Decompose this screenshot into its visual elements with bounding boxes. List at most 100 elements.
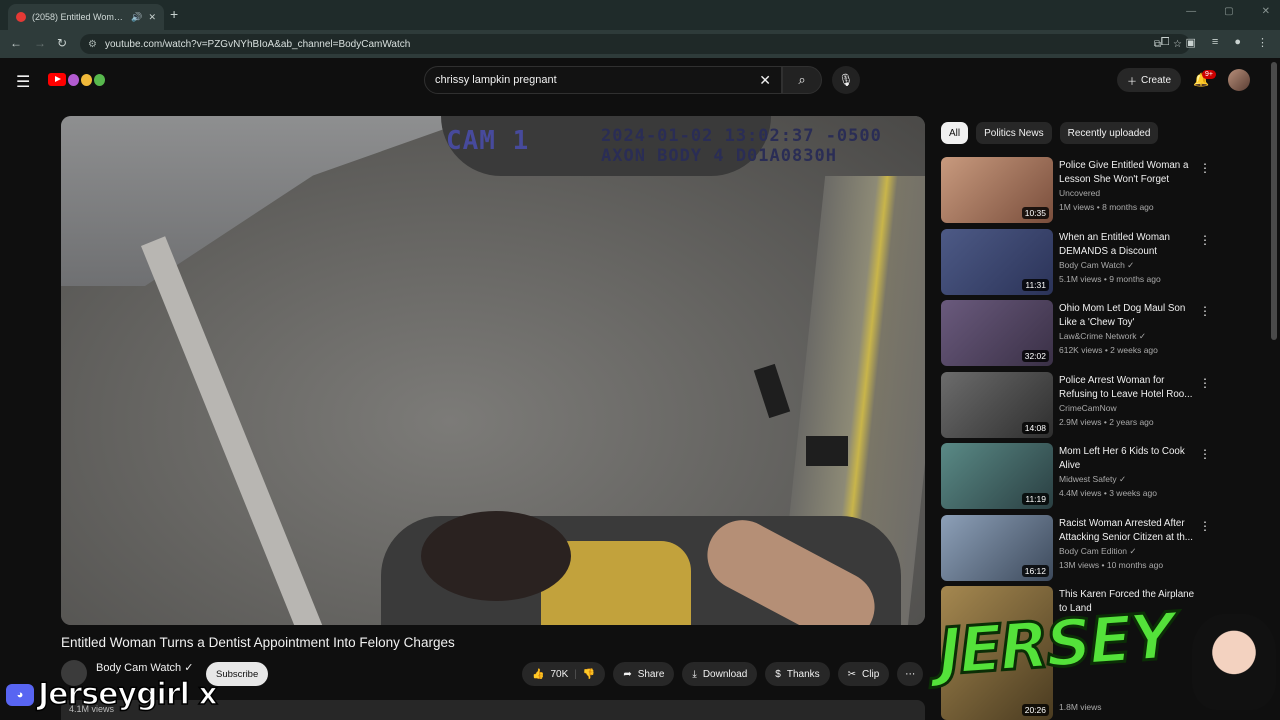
sidepanel-icon[interactable]: ▣: [1186, 36, 1196, 49]
hamburger-menu-icon[interactable]: ☰: [16, 72, 30, 92]
clear-search-icon[interactable]: ✕: [759, 72, 771, 89]
video-thumbnail[interactable]: 11:19: [941, 443, 1053, 509]
dropped-wallet: [806, 436, 848, 466]
clip-button[interactable]: ✂ Clip: [837, 662, 890, 686]
close-window-icon[interactable]: ✕: [1262, 6, 1270, 17]
video-player[interactable]: CAM 1 2024-01-02 13:02:37 -0500 AXON BOD…: [61, 116, 925, 625]
minimize-icon[interactable]: —: [1186, 6, 1196, 17]
recommendation-title[interactable]: When an Entitled Woman DEMANDS a Discoun…: [1059, 231, 1197, 259]
doodle-figure-icon: [81, 73, 92, 86]
channel-name[interactable]: Body Cam Watch ✓: [96, 661, 193, 674]
tab-title: (2058) Entitled Woman Tur: [32, 12, 125, 22]
recommendation-channel[interactable]: Body Cam Watch ✓: [1059, 260, 1134, 271]
speaker-icon[interactable]: 🔊: [131, 12, 142, 23]
recommendation-title[interactable]: Ohio Mom Let Dog Maul Son Like a 'Chew T…: [1059, 302, 1197, 330]
search-button[interactable]: ⌕: [782, 66, 822, 94]
youtube-favicon-icon: [16, 12, 26, 22]
create-label: Create: [1141, 74, 1172, 86]
recommendation-item[interactable]: 16:12 Racist Woman Arrested After Attack…: [941, 515, 1231, 583]
recommendation-meta: 5.1M views • 9 months ago: [1059, 274, 1161, 284]
video-thumbnail[interactable]: 16:12: [941, 515, 1053, 581]
more-options-icon[interactable]: ⋮: [1199, 304, 1211, 318]
discord-overlay: ◕ Jerseygirl x: [6, 676, 218, 713]
notification-count-badge: 9+: [1202, 70, 1216, 79]
share-icon: ➦: [623, 668, 632, 680]
share-button[interactable]: ➦ Share: [613, 662, 675, 686]
video-thumbnail[interactable]: 32:02: [941, 300, 1053, 366]
page-scrollbar[interactable]: [1271, 62, 1277, 340]
browser-menu-icon[interactable]: ⋮: [1257, 36, 1268, 49]
more-options-icon[interactable]: ⋮: [1199, 233, 1211, 247]
channel-name-text: Body Cam Watch: [96, 662, 182, 674]
recommendation-title[interactable]: Mom Left Her 6 Kids to Cook Alive: [1059, 445, 1197, 473]
duration-badge: 11:19: [1022, 493, 1049, 505]
youtube-logo[interactable]: [48, 73, 105, 86]
video-actions: 👍 70K | 👎 ➦ Share ⤓ Download $ Thanks ✂ Clip ⋯: [522, 662, 924, 686]
microphone-icon: 🎙: [838, 73, 854, 87]
recommendation-item[interactable]: 11:19 Mom Left Her 6 Kids to Cook Alive …: [941, 443, 1231, 511]
osd-camera-label: CAM 1: [446, 126, 530, 156]
account-avatar[interactable]: [1228, 69, 1250, 91]
discord-icon: ◕: [6, 683, 34, 706]
thanks-button[interactable]: $ Thanks: [765, 662, 830, 686]
recommendation-meta: 4.4M views • 3 weeks ago: [1059, 488, 1157, 498]
duration-badge: 11:31: [1022, 279, 1049, 291]
recommendation-meta: 612K views • 2 weeks ago: [1059, 345, 1158, 355]
video-thumbnail[interactable]: 14:08: [941, 372, 1053, 438]
recommendation-title[interactable]: Police Arrest Woman for Refusing to Leav…: [1059, 374, 1197, 402]
cast-icon[interactable]: ≡: [1212, 36, 1218, 49]
site-info-icon[interactable]: ⚙: [88, 39, 97, 50]
more-options-icon[interactable]: ⋮: [1199, 161, 1211, 175]
recommendation-channel[interactable]: Law&Crime Network ✓: [1059, 331, 1146, 342]
create-button[interactable]: ＋ Create: [1117, 68, 1182, 92]
jersey-logo-text: JERSEY: [934, 598, 1177, 691]
like-count: 70K: [550, 668, 569, 680]
url-text[interactable]: youtube.com/watch?v=PZGvNYhBIoA&ab_chann…: [105, 39, 1146, 50]
verified-icon: ✓: [184, 662, 194, 674]
forward-icon[interactable]: →: [34, 36, 46, 50]
chip-politics-news[interactable]: Politics News: [976, 122, 1052, 144]
thumbs-down-icon[interactable]: 👎: [583, 669, 595, 680]
recommendation-item[interactable]: 10:35 Police Give Entitled Woman a Lesso…: [941, 157, 1231, 225]
profile-icon[interactable]: ●: [1234, 36, 1241, 49]
filter-chips: All Politics News Recently uploaded: [941, 122, 1159, 144]
browser-tab[interactable]: (2058) Entitled Woman Tur 🔊 ✕: [8, 4, 164, 30]
extensions-icon[interactable]: ⧠: [1161, 36, 1170, 49]
search-icon: ⌕: [798, 72, 806, 87]
thanks-label: Thanks: [786, 668, 820, 680]
download-button[interactable]: ⤓ Download: [682, 662, 758, 686]
back-icon[interactable]: ←: [10, 36, 22, 50]
reload-icon[interactable]: ↻: [57, 36, 67, 50]
chip-recently-uploaded[interactable]: Recently uploaded: [1059, 122, 1159, 144]
more-options-icon[interactable]: ⋮: [1199, 519, 1211, 533]
recommendation-item[interactable]: 32:02 Ohio Mom Let Dog Maul Son Like a '…: [941, 300, 1231, 368]
cartoon-character-icon: [1192, 614, 1276, 710]
video-thumbnail[interactable]: 10:35: [941, 157, 1053, 223]
chip-all[interactable]: All: [941, 122, 969, 144]
plus-icon: ＋: [1127, 76, 1137, 88]
omnibox[interactable]: ⚙ youtube.com/watch?v=PZGvNYhBIoA&ab_cha…: [80, 34, 1190, 54]
close-tab-icon[interactable]: ✕: [148, 12, 156, 23]
recommendation-channel[interactable]: Uncovered: [1059, 188, 1100, 198]
maximize-icon[interactable]: ▢: [1224, 6, 1233, 17]
recommendation-channel[interactable]: CrimeCamNow: [1059, 403, 1117, 413]
more-options-icon[interactable]: ⋮: [1199, 447, 1211, 461]
recommendation-title[interactable]: Police Give Entitled Woman a Lesson She …: [1059, 159, 1197, 187]
voice-search-button[interactable]: 🎙: [832, 66, 860, 94]
recommendation-channel[interactable]: Body Cam Edition ✓: [1059, 546, 1137, 557]
more-options-icon[interactable]: ⋮: [1199, 376, 1211, 390]
like-button[interactable]: 👍 70K | 👎: [522, 662, 606, 686]
recommendation-item[interactable]: 11:31 When an Entitled Woman DEMANDS a D…: [941, 229, 1231, 297]
search-query[interactable]: chrissy lampkin pregnant: [435, 74, 759, 86]
clip-label: Clip: [862, 668, 880, 680]
search-input[interactable]: chrissy lampkin pregnant ✕: [424, 66, 782, 94]
duration-badge: 32:02: [1021, 350, 1049, 362]
new-tab-icon[interactable]: +: [170, 6, 178, 22]
doodle-figure-icon: [94, 73, 105, 86]
recommendation-channel[interactable]: Midwest Safety ✓: [1059, 474, 1126, 485]
recommendation-item[interactable]: 14:08 Police Arrest Woman for Refusing t…: [941, 372, 1231, 440]
download-icon: ⤓: [692, 668, 697, 680]
recommendation-title[interactable]: Racist Woman Arrested After Attacking Se…: [1059, 517, 1197, 545]
more-actions-button[interactable]: ⋯: [897, 662, 924, 686]
video-thumbnail[interactable]: 11:31: [941, 229, 1053, 295]
